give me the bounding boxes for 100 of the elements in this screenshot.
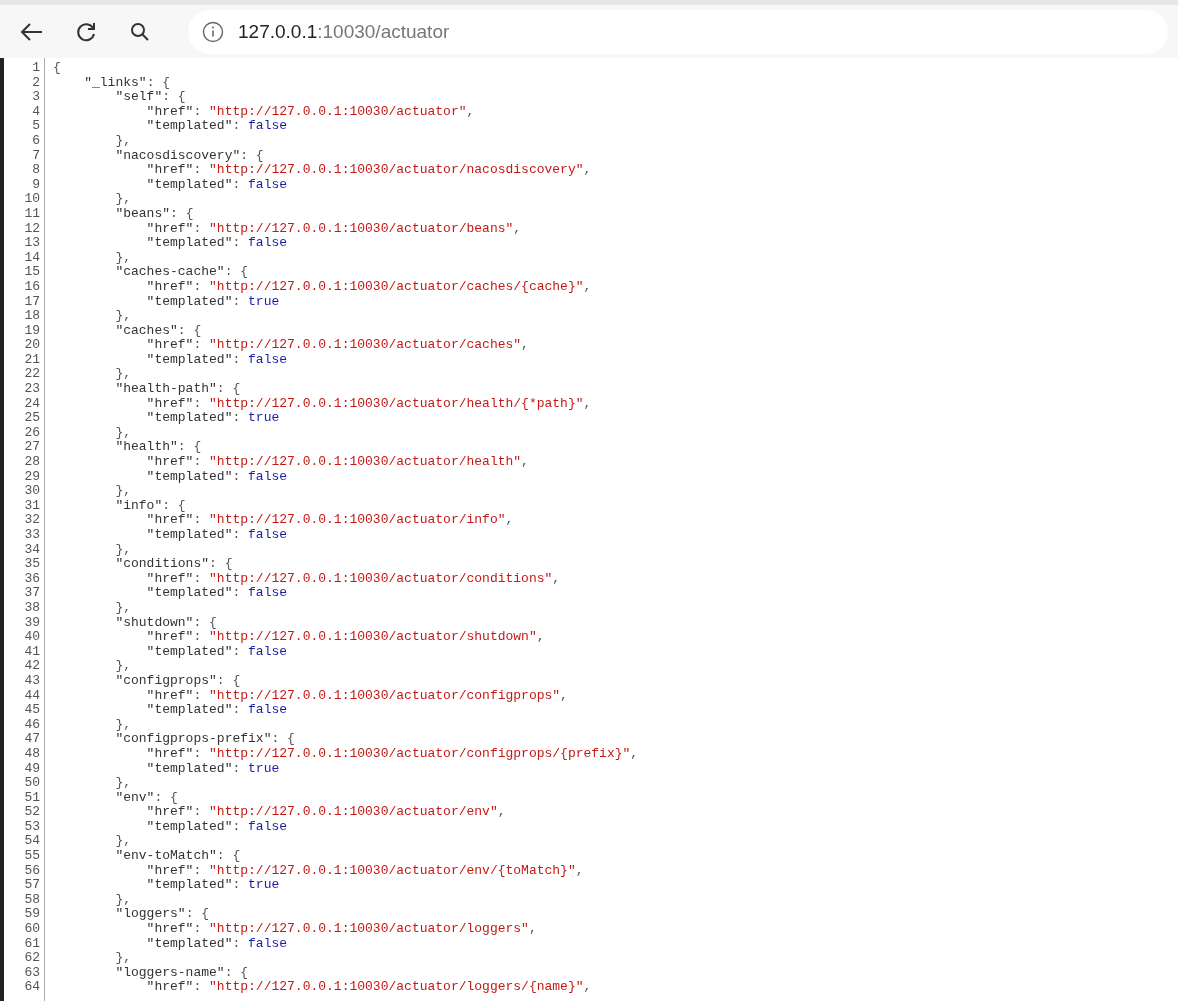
- code-line: "templated": false: [145, 586, 288, 601]
- line-number: 59: [23, 907, 41, 923]
- code-line: "templated": false: [145, 528, 288, 543]
- line-number: 58: [23, 892, 41, 908]
- code-line: "env-toMatch": {: [114, 849, 241, 864]
- code-line: },: [114, 192, 131, 207]
- line-number: 12: [23, 221, 41, 237]
- info-icon[interactable]: [202, 20, 224, 43]
- line-number: 22: [23, 367, 41, 383]
- code-line: "self": {: [114, 90, 186, 105]
- line-number: 35: [23, 557, 41, 572]
- line-number: 63: [23, 965, 41, 981]
- code-line: "href": "http://127.0.0.1:10030/actuator/beans",: [145, 221, 522, 237]
- code-line: "href": "http://127.0.0.1:10030/actuator/loggers",: [145, 922, 537, 937]
- code-line: "caches": {: [114, 323, 202, 339]
- code-line: "configprops": {: [114, 673, 241, 689]
- code-line: "href": "http://127.0.0.1:10030/actuator/info",: [145, 513, 514, 528]
- line-number: 7: [31, 148, 41, 164]
- line-number: 41: [23, 644, 41, 660]
- line-number: 51: [23, 790, 41, 806]
- code-line: "conditions": {: [114, 557, 233, 572]
- code-line: "loggers-name": {: [114, 965, 249, 981]
- line-number: 9: [31, 177, 41, 193]
- line-number: 24: [23, 396, 41, 412]
- code-line: "href": "http://127.0.0.1:10030/actuator/env/{toMatch}",: [145, 863, 584, 879]
- line-number: 20: [23, 338, 41, 353]
- code-line: },: [114, 717, 131, 733]
- line-number: 10: [23, 192, 41, 207]
- line-number: 52: [23, 805, 41, 820]
- code-line: },: [114, 484, 131, 499]
- line-number: 53: [23, 819, 41, 835]
- line-number: 50: [23, 776, 41, 791]
- line-number: 30: [23, 484, 41, 499]
- line-number: 1: [31, 61, 41, 76]
- code-line: },: [114, 133, 131, 149]
- line-number: 23: [23, 382, 41, 397]
- line-number: 17: [23, 294, 41, 310]
- line-number: 13: [23, 236, 41, 251]
- line-number: 46: [23, 717, 41, 733]
- code-line: "templated": false: [145, 936, 288, 952]
- line-number: 21: [23, 352, 41, 368]
- line-number: 25: [23, 411, 41, 426]
- line-number: 28: [23, 455, 41, 470]
- line-number: 38: [23, 600, 41, 616]
- code-line: "href": "http://127.0.0.1:10030/actuator/health/{*path}",: [145, 396, 592, 412]
- code-line: "templated": false: [145, 469, 288, 485]
- code-line: "templated": true: [145, 294, 280, 310]
- url-text: 127.0.0.1:10030/actuator: [238, 20, 450, 43]
- code-line: },: [114, 425, 131, 441]
- code-line: },: [114, 367, 131, 383]
- line-number: 49: [23, 761, 41, 777]
- code-line: "href": "http://127.0.0.1:10030/actuator/conditions",: [145, 571, 561, 587]
- line-number: 2: [31, 75, 41, 91]
- code-line: "href": "http://127.0.0.1:10030/actuator/caches",: [145, 338, 529, 353]
- line-number: 26: [23, 425, 41, 441]
- line-number: 33: [23, 528, 41, 543]
- line-number: 15: [23, 265, 41, 280]
- code-line: "templated": false: [145, 119, 288, 134]
- line-number: 34: [23, 542, 41, 558]
- code-line: "templated": false: [145, 352, 288, 368]
- line-number: 16: [23, 279, 41, 295]
- code-line: },: [114, 951, 131, 966]
- code-line: "nacosdiscovery": {: [114, 148, 264, 164]
- line-number: 61: [23, 936, 41, 952]
- line-number: 19: [23, 323, 41, 339]
- code-line: "templated": true: [145, 878, 280, 893]
- code-line: "href": "http://127.0.0.1:10030/actuator/nacosdiscovery",: [145, 163, 592, 178]
- line-number: 11: [23, 206, 41, 222]
- line-number: 36: [23, 571, 41, 587]
- code-line: "href": "http://127.0.0.1:10030/actuator/configprops/{prefix}",: [145, 746, 639, 762]
- line-number: 42: [23, 659, 41, 674]
- line-number: 3: [31, 90, 41, 105]
- code-line: "beans": {: [114, 206, 194, 222]
- code-line: "configprops-prefix": {: [114, 732, 295, 747]
- code-line: "templated": true: [145, 411, 280, 426]
- code-line: "href": "http://127.0.0.1:10030/actuator/env",: [145, 805, 506, 820]
- address-bar[interactable]: 127.0.0.1:10030/actuator: [188, 9, 1168, 54]
- line-number: 37: [23, 586, 41, 601]
- line-number: 5: [31, 119, 41, 134]
- line-number: 54: [23, 834, 41, 850]
- code-line: },: [114, 250, 131, 266]
- code-line: },: [114, 834, 131, 850]
- line-number: 32: [23, 513, 41, 528]
- code-line: "caches-cache": {: [114, 265, 249, 280]
- line-number: 40: [23, 630, 41, 645]
- line-number: 64: [23, 980, 41, 995]
- code-line: "href": "http://127.0.0.1:10030/actuator/health",: [145, 455, 529, 470]
- line-number: 47: [23, 732, 41, 747]
- code-line: },: [114, 542, 131, 558]
- code-line: "href": "http://127.0.0.1:10030/actuator/configprops",: [145, 688, 568, 704]
- line-number: 62: [23, 951, 41, 966]
- code-line: "templated": false: [145, 819, 288, 835]
- line-number: 31: [23, 498, 41, 514]
- line-number: 55: [23, 849, 41, 864]
- code-line: "templated": true: [145, 761, 280, 777]
- line-number: 44: [23, 688, 41, 704]
- line-number: 8: [31, 163, 41, 178]
- line-number: 4: [31, 104, 41, 120]
- code-line: "templated": false: [145, 236, 288, 251]
- line-number: 27: [23, 440, 41, 456]
